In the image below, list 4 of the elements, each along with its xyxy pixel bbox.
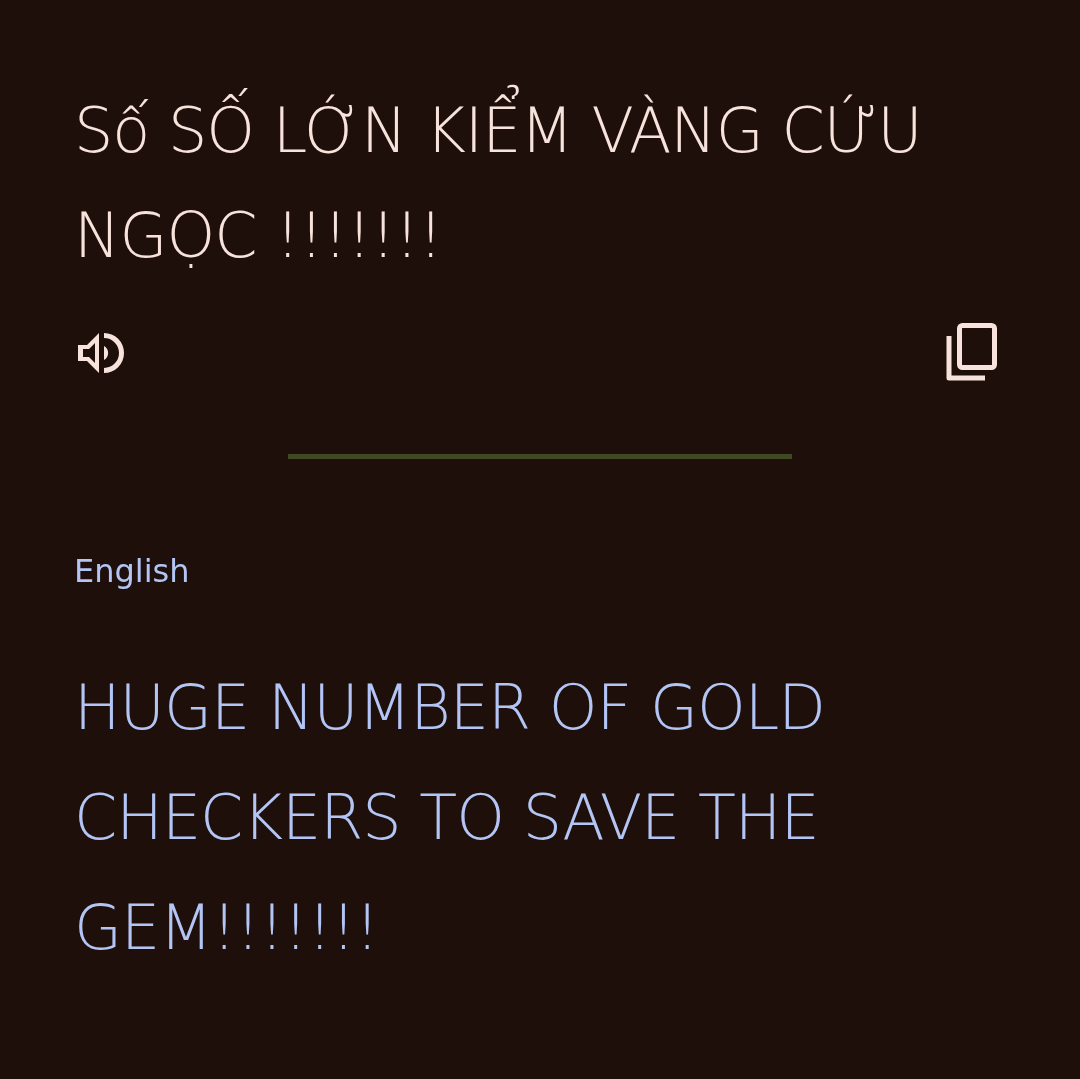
language-label: English <box>74 551 190 592</box>
translated-text: HUGE NUMBER OF GOLD CHECKERS TO SAVE THE GEM!!!!!!! <box>74 670 827 966</box>
source-text: Số SỐ LỚN KIỂM VÀNG CỨU NGỌC !!!!!!! <box>74 78 974 288</box>
copy-icon[interactable] <box>944 322 1000 384</box>
